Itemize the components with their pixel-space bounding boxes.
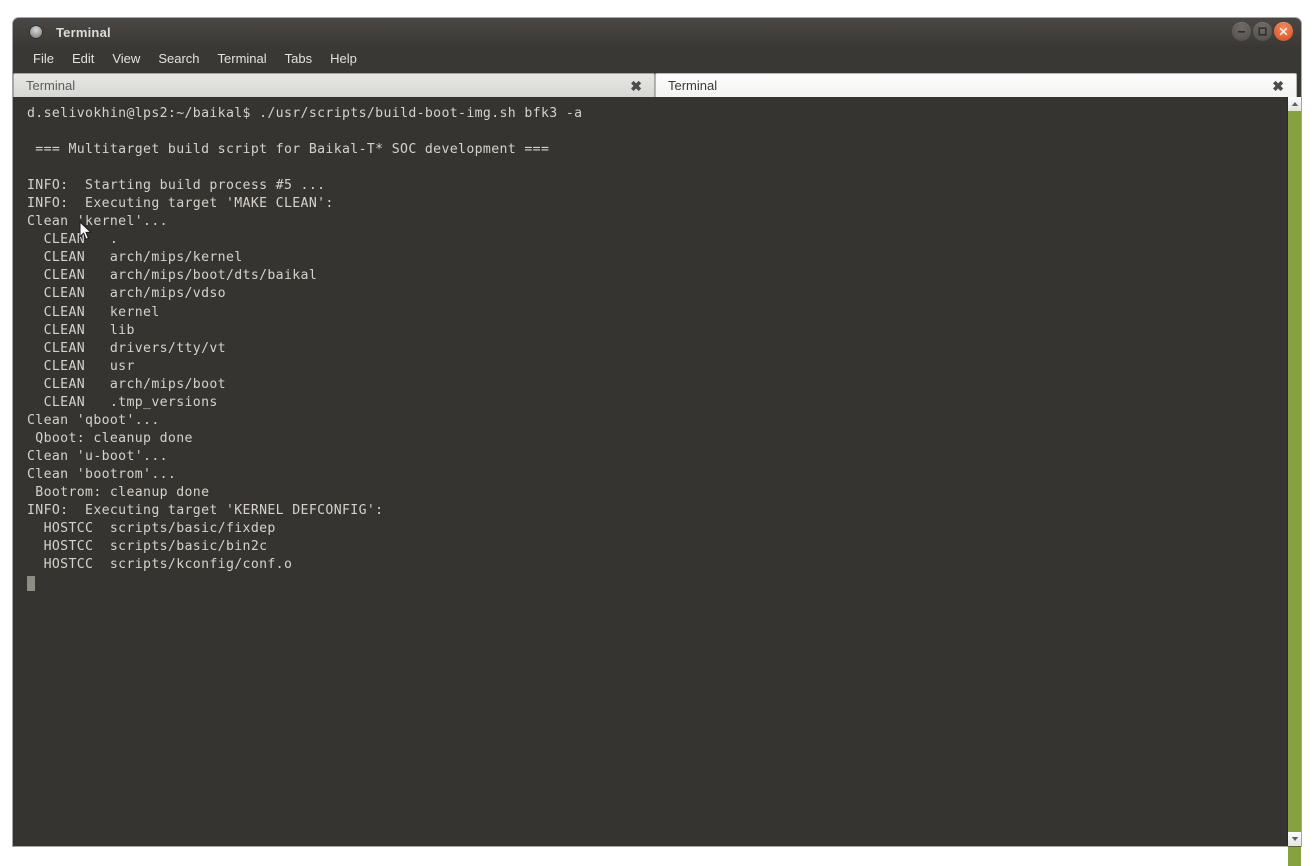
minimize-button[interactable] [1232,22,1251,41]
menu-item-edit[interactable]: Edit [63,49,103,68]
tab-label: Terminal [26,78,76,93]
menu-item-help[interactable]: Help [321,49,366,68]
terminal-screen[interactable]: d.selivokhin@lps2:~/baikal$ ./usr/script… [13,97,1287,846]
menu-item-terminal[interactable]: Terminal [209,49,276,68]
terminal-scrollbar[interactable] [1287,97,1301,846]
close-icon [1279,27,1288,36]
tab-label: Terminal [668,78,718,93]
menu-item-search[interactable]: Search [149,49,208,68]
maximize-icon [1258,27,1267,36]
menu-item-file[interactable]: File [24,49,63,68]
tab-close-icon[interactable]: ✖ [1270,79,1286,93]
scrollbar-track[interactable] [1287,111,1301,832]
maximize-button[interactable] [1253,22,1272,41]
scroll-down-button[interactable] [1287,832,1301,846]
tab-close-icon[interactable]: ✖ [628,79,644,93]
tab-terminal-1[interactable]: Terminal ✖ [13,73,655,97]
desktop-background: Terminal File Edit View Search Terminal … [0,0,1314,866]
scroll-down-icon [1291,837,1298,841]
menu-item-view[interactable]: View [103,49,149,68]
window-title: Terminal [56,24,111,40]
tabbar: Terminal ✖ Terminal ✖ [13,70,1301,97]
terminal-cursor [27,576,35,592]
scroll-up-button[interactable] [1287,97,1301,111]
scrollbar-thumb[interactable] [1287,111,1301,832]
scroll-up-icon [1291,102,1298,106]
tab-terminal-2[interactable]: Terminal ✖ [655,73,1297,97]
window-titlebar[interactable]: Terminal [13,18,1301,46]
menubar: File Edit View Search Terminal Tabs Help [13,46,1301,70]
window-controls [1232,22,1293,41]
terminal-window: Terminal File Edit View Search Terminal … [13,18,1301,846]
terminal-output: d.selivokhin@lps2:~/baikal$ ./usr/script… [27,106,583,573]
terminal-circle-icon [29,25,43,39]
minimize-icon [1238,31,1245,33]
terminal-area: d.selivokhin@lps2:~/baikal$ ./usr/script… [13,97,1301,846]
close-button[interactable] [1274,22,1293,41]
menu-item-tabs[interactable]: Tabs [276,49,321,68]
